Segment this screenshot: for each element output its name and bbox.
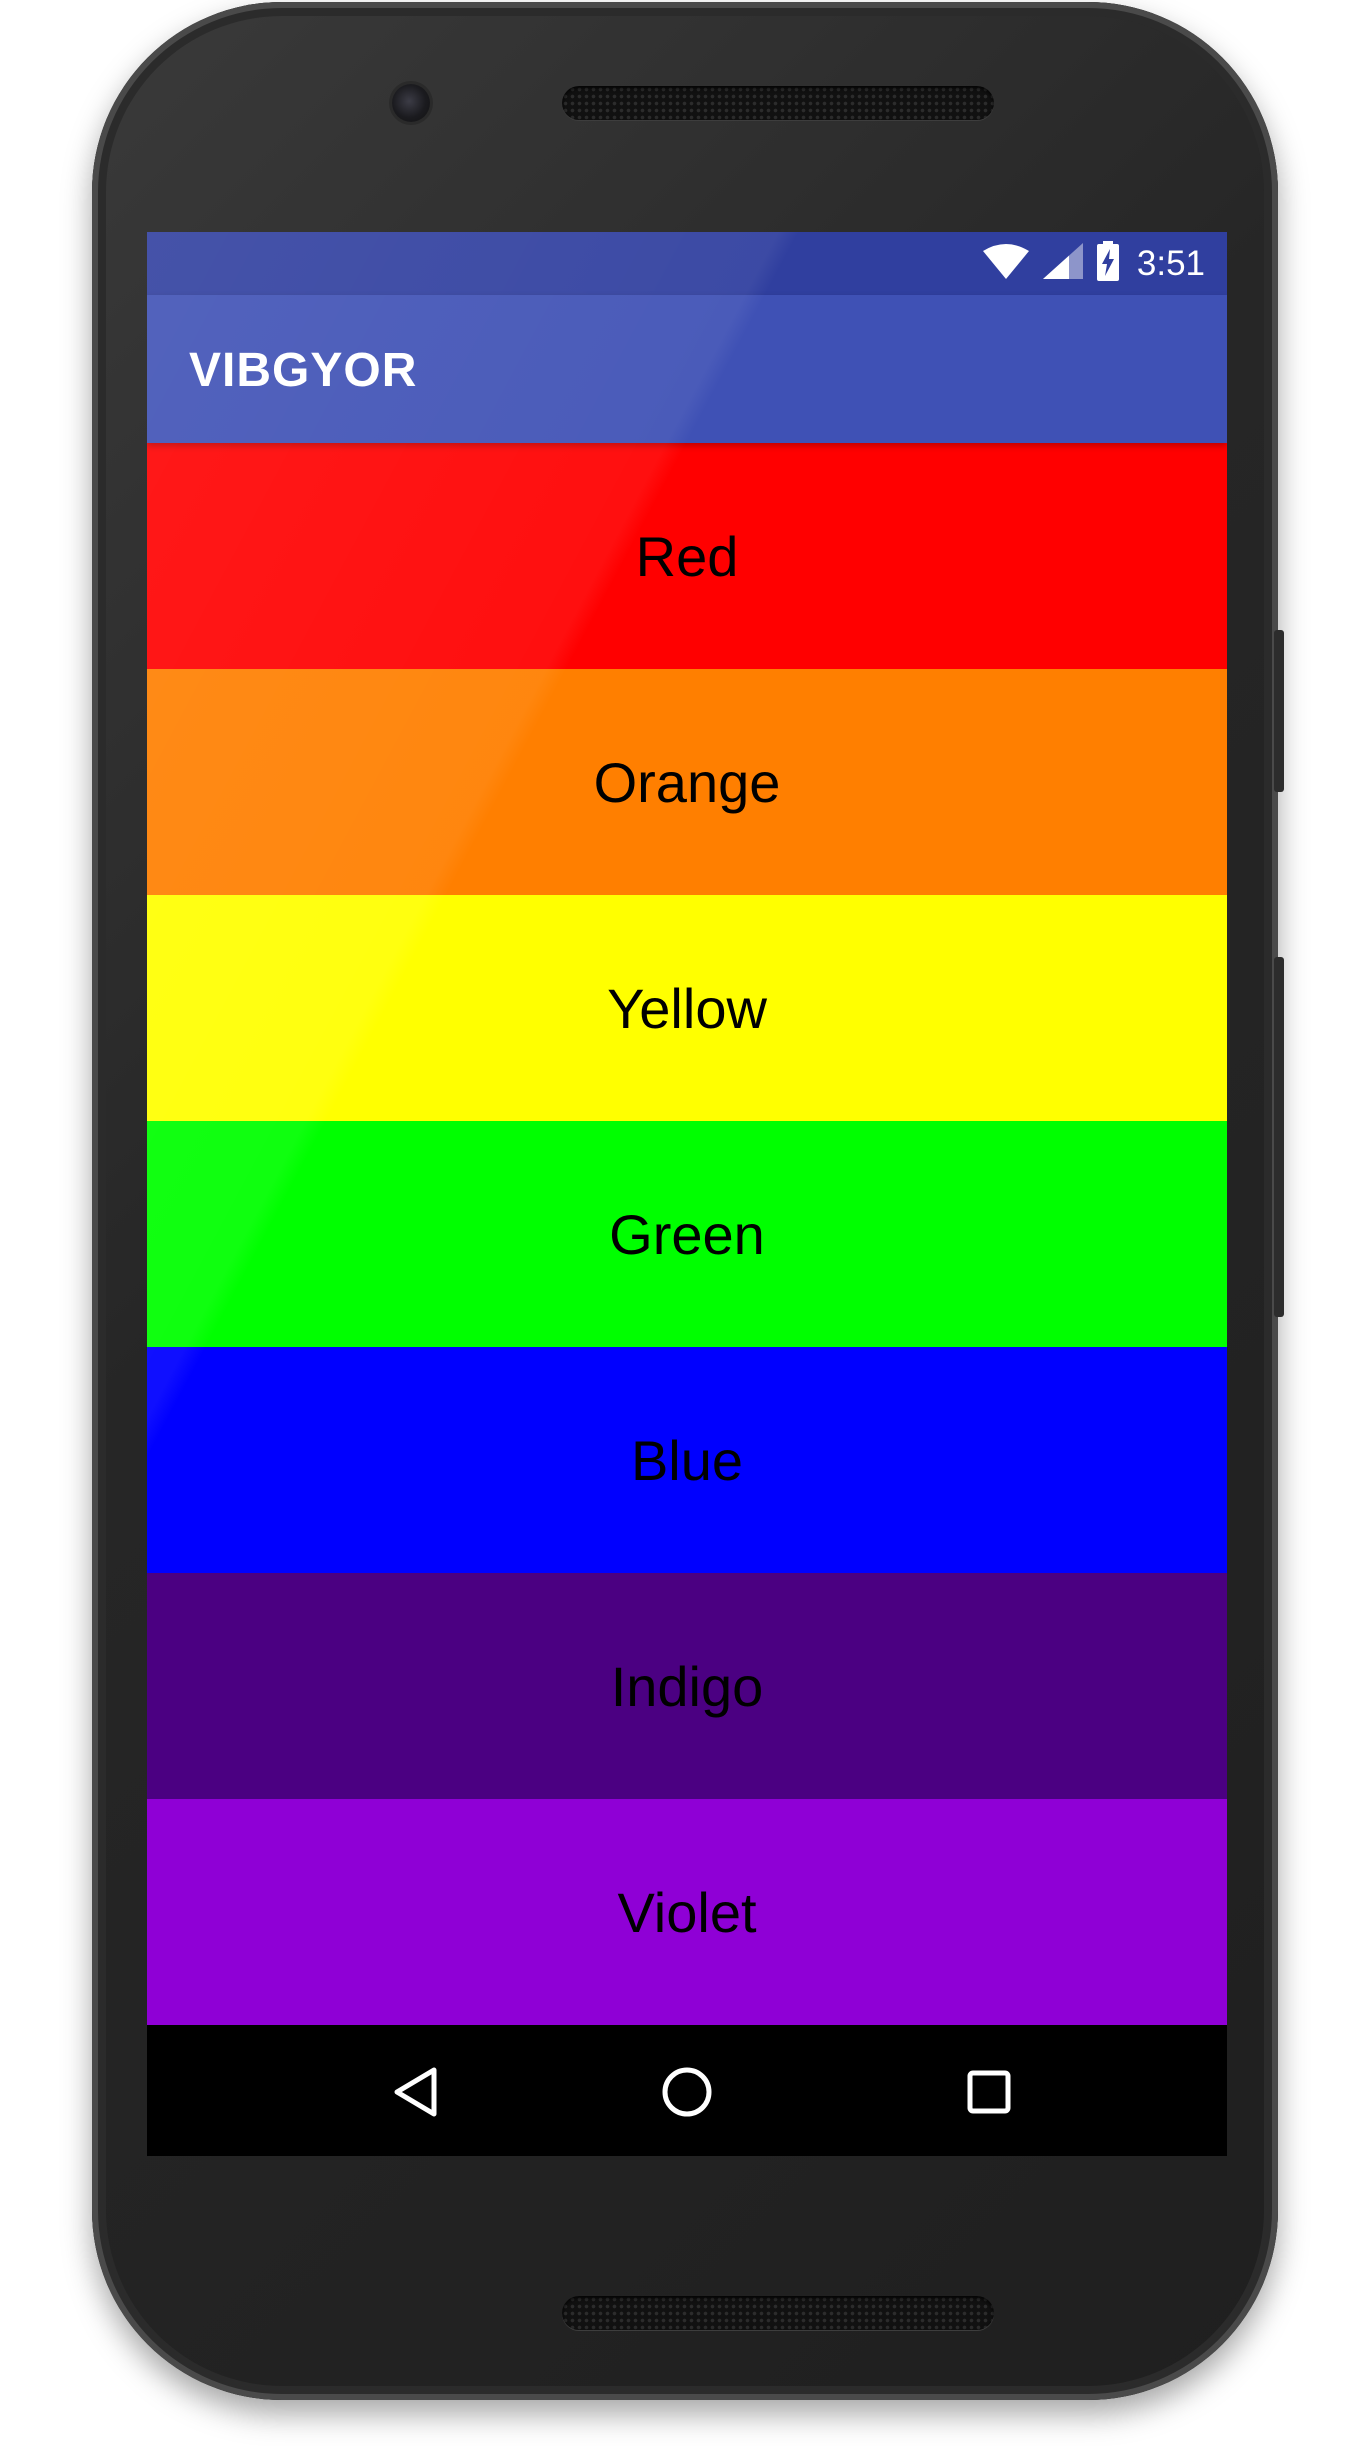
navigation-bar <box>147 2029 1227 2156</box>
app-bar: VIBGYOR <box>147 295 1227 443</box>
color-label: Green <box>609 1202 765 1266</box>
color-row-blue[interactable]: Blue <box>147 1347 1227 1573</box>
home-icon <box>662 2067 712 2117</box>
color-row-yellow[interactable]: Yellow <box>147 895 1227 1121</box>
volume-button <box>1274 957 1284 1317</box>
power-button <box>1274 630 1284 792</box>
home-button[interactable] <box>654 2059 720 2125</box>
wifi-icon <box>982 243 1029 284</box>
battery-charging-icon <box>1096 241 1119 286</box>
color-label: Indigo <box>610 1654 764 1718</box>
app-title: VIBGYOR <box>189 344 418 397</box>
color-label: Red <box>635 524 739 588</box>
color-label: Violet <box>617 1880 757 1944</box>
device-screen: 3:51 VIBGYOR Red Orange Yellow Green Blu… <box>147 232 1227 2156</box>
color-label: Orange <box>593 750 781 814</box>
top-speaker <box>562 86 994 120</box>
color-label: Yellow <box>607 976 767 1040</box>
color-label: Blue <box>630 1428 744 1492</box>
color-row-green[interactable]: Green <box>147 1121 1227 1347</box>
back-icon <box>394 2067 437 2117</box>
bottom-speaker <box>562 2296 994 2330</box>
color-list: Red Orange Yellow Green Blue Indigo Viol… <box>147 443 1227 2025</box>
back-button[interactable] <box>382 2059 448 2125</box>
front-camera <box>392 84 430 122</box>
recents-button[interactable] <box>956 2059 1022 2125</box>
color-row-indigo[interactable]: Indigo <box>147 1573 1227 1799</box>
recents-icon <box>967 2070 1011 2114</box>
color-row-red[interactable]: Red <box>147 443 1227 669</box>
color-row-violet[interactable]: Violet <box>147 1799 1227 2025</box>
color-row-orange[interactable]: Orange <box>147 669 1227 895</box>
signal-icon <box>1042 243 1083 284</box>
status-bar: 3:51 <box>147 232 1227 295</box>
status-time: 3:51 <box>1136 243 1205 283</box>
